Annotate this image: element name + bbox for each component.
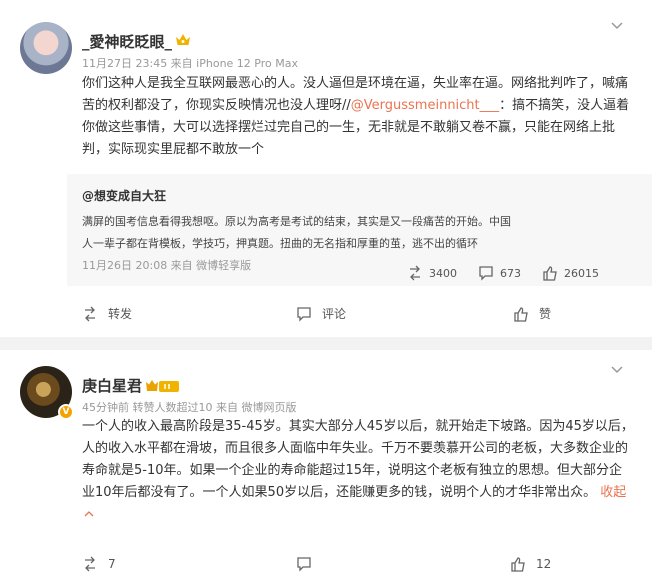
comment-icon	[479, 266, 493, 281]
repost-meta: 11月26日 20:08 来自 微博轻享版	[82, 259, 252, 272]
repost-button[interactable]: 转发	[82, 305, 132, 322]
post-body: 你们这种人是我全互联网最恶心的人。没人逼但是环境在逼，失业率在逼。网络批判咋了，…	[82, 73, 634, 161]
comment-icon	[297, 306, 311, 322]
comment-icon	[297, 557, 311, 572]
repost-button[interactable]: 7	[82, 556, 116, 572]
repost-count: 7	[108, 557, 116, 571]
avatar[interactable]	[20, 22, 72, 74]
chevron-down-icon[interactable]	[611, 22, 623, 30]
collapse-label: 收起	[600, 485, 627, 500]
chevron-down-icon[interactable]	[611, 366, 623, 374]
repost-text: 满屏的国考信息看得我想呕。原以为高考是考试的结束，其实是又一段痛苦的开始。中国人…	[82, 215, 511, 250]
thumbs-up-icon	[514, 306, 528, 322]
thumbs-up-icon	[543, 266, 557, 281]
chevron-up-icon	[84, 511, 94, 517]
post-text: 一个人的收入最高阶段是35-45岁。其实大部分人45岁以后，就开始走下坡路。因为…	[82, 419, 634, 500]
repost-label: 转发	[108, 307, 133, 321]
repost-comment-count[interactable]: 673	[478, 265, 521, 281]
like-button[interactable]: 赞	[513, 305, 551, 322]
crown-icon	[176, 34, 190, 45]
repost-like-count[interactable]: 26015	[542, 265, 599, 281]
post-meta: 11月27日 23:45 来自 iPhone 12 Pro Max	[82, 57, 298, 70]
count: 673	[500, 266, 521, 280]
share-icon	[410, 265, 420, 281]
member-level-icon	[146, 380, 179, 392]
repost-author[interactable]: @想变成自大狂	[82, 187, 166, 204]
like-count: 12	[536, 557, 552, 571]
like-button[interactable]: 12	[510, 556, 551, 572]
count: 26015	[564, 266, 599, 280]
post-card: _愛神眨眨眼_ 11月27日 23:45 来自 iPhone 12 Pro Ma…	[0, 0, 652, 337]
reposted-content[interactable]: @想变成自大狂 满屏的国考信息看得我想呕。原以为高考是考试的结束，其实是又一段痛…	[67, 174, 652, 286]
post-body: 一个人的收入最高阶段是35-45岁。其实大部分人45岁以后，就开始走下坡路。因为…	[82, 416, 634, 526]
verified-badge-icon: V	[58, 404, 74, 420]
repost-repost-count[interactable]: 3400	[407, 265, 457, 281]
mention-link[interactable]: @Vergussmeinnicht___	[351, 98, 499, 113]
share-icon	[85, 556, 95, 572]
count: 3400	[429, 266, 457, 280]
comment-button[interactable]	[296, 556, 312, 572]
post-meta: 45分钟前 转赞人数超过10 来自 微博网页版	[82, 401, 297, 414]
author-name[interactable]: 庚白星君	[82, 375, 142, 396]
author-name[interactable]: _愛神眨眨眼_	[82, 31, 172, 52]
comment-label: 评论	[322, 307, 347, 321]
share-icon	[85, 306, 95, 321]
thumbs-up-icon	[511, 557, 525, 572]
comment-button[interactable]: 评论	[296, 305, 346, 322]
like-label: 赞	[539, 307, 552, 321]
